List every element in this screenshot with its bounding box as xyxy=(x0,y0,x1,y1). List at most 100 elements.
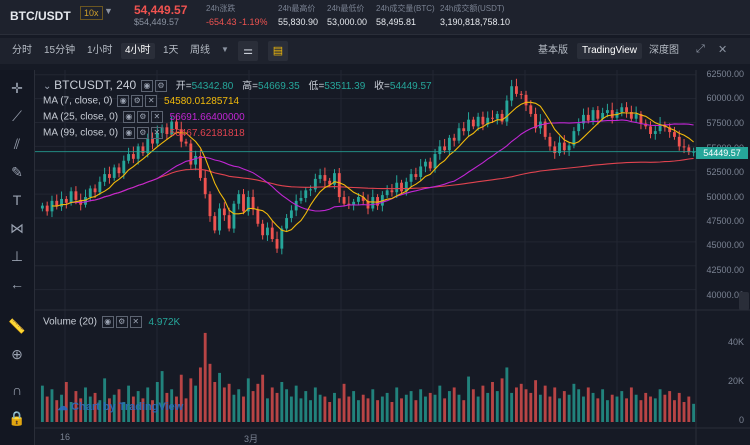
volume-bar xyxy=(419,389,423,422)
timeframe-1d[interactable]: 1天 xyxy=(159,43,183,59)
candle-body xyxy=(131,154,135,159)
candle-body xyxy=(481,116,485,125)
candle-body xyxy=(98,181,102,193)
volume-bar xyxy=(577,389,581,422)
close-icon[interactable]: ✕ xyxy=(718,43,727,56)
visibility-icon[interactable]: ◉ xyxy=(101,316,114,328)
close-icon[interactable]: ✕ xyxy=(129,316,142,328)
settings-icon[interactable]: ⚙ xyxy=(115,316,128,328)
timeframe-15m[interactable]: 15分钟 xyxy=(40,43,79,59)
open-label: 开= xyxy=(175,81,192,92)
candle-body xyxy=(620,107,624,113)
volume-bar xyxy=(615,396,619,422)
text-tool-icon[interactable]: T xyxy=(7,190,27,210)
candle-body xyxy=(285,218,289,229)
tradingview-watermark[interactable]: ☁ Chart by TradingView xyxy=(57,400,183,413)
visibility-icon[interactable]: ◉ xyxy=(117,95,130,107)
visibility-icon[interactable]: ◉ xyxy=(122,111,135,123)
fib-tool-icon[interactable]: ⫽ xyxy=(7,134,27,154)
volume-bar xyxy=(179,374,183,422)
candle-body xyxy=(424,161,427,167)
candle-body xyxy=(515,86,518,94)
candle-body xyxy=(567,145,571,151)
time-axis-label: 16 xyxy=(60,432,71,442)
scroll-handle[interactable] xyxy=(739,292,749,310)
candle-body xyxy=(414,174,418,177)
volume-bar xyxy=(299,398,303,422)
volume-bar xyxy=(658,389,662,422)
fullscreen-icon[interactable]: ⤢ xyxy=(696,43,705,56)
trendline-icon[interactable]: ⟋ xyxy=(7,106,27,126)
view-depth[interactable]: 深度图 xyxy=(644,43,684,59)
candle-body xyxy=(586,114,590,121)
chart-area[interactable]: ⌄ BTCUSDT, 240 ◉ ⚙ 开=54342.80 高=54669.35 … xyxy=(35,69,750,445)
volume-bar xyxy=(682,402,686,422)
candle-body xyxy=(677,136,681,147)
ma25-value: 56691.66400000 xyxy=(169,111,245,123)
timeframe-week[interactable]: 周线 xyxy=(186,43,214,59)
candle-body xyxy=(443,146,447,151)
volume-label: Volume (20) xyxy=(43,316,97,328)
ruler-icon[interactable]: 📏 xyxy=(7,316,27,336)
timeframe-time[interactable]: 分时 xyxy=(8,43,36,59)
volume-value: 4.972K xyxy=(148,316,181,328)
candle-body xyxy=(673,132,676,137)
view-basic[interactable]: 基本版 xyxy=(533,43,573,59)
settings-icon[interactable]: ⚙ xyxy=(131,95,144,107)
candle-body xyxy=(596,110,600,119)
crosshair-icon[interactable]: ✛ xyxy=(7,78,27,98)
volume-bar xyxy=(519,383,523,422)
price-axis-label: 62500.00 xyxy=(706,69,744,79)
close-icon[interactable]: ✕ xyxy=(150,127,163,139)
volume-bar xyxy=(40,385,44,422)
last-price-usd: $54,449.57 xyxy=(134,17,180,27)
close-icon[interactable]: ✕ xyxy=(145,95,158,107)
volume-bar xyxy=(639,400,643,422)
volume-bar xyxy=(515,387,518,422)
candle-body xyxy=(390,190,394,193)
stat-24h-change: 24h涨跌 -654.43 -1.19% xyxy=(206,4,268,27)
candle-body xyxy=(237,194,241,204)
candle-body xyxy=(136,146,140,159)
settings-icon[interactable]: ⚙ xyxy=(136,111,149,123)
settings-icon[interactable]: ⚙ xyxy=(136,127,149,139)
magnet-icon[interactable]: ∩ xyxy=(7,380,27,400)
lock-icon[interactable]: 🔒 xyxy=(7,408,27,428)
volume-bar xyxy=(605,400,609,422)
volume-bar xyxy=(246,378,250,422)
candle-body xyxy=(352,201,356,205)
close-icon[interactable]: ✕ xyxy=(150,111,163,123)
chevron-down-icon[interactable]: ▼ xyxy=(221,45,229,54)
document-icon[interactable]: ▤ xyxy=(268,41,288,61)
timeframe-1h[interactable]: 1小时 xyxy=(83,43,117,59)
view-tradingview[interactable]: TradingView xyxy=(577,43,643,59)
visibility-icon[interactable]: ◉ xyxy=(122,127,135,139)
settings-icon[interactable]: ⚙ xyxy=(154,80,167,93)
volume-bar xyxy=(414,400,418,422)
candle-body xyxy=(447,137,451,151)
candle-body xyxy=(261,223,265,236)
pattern-icon[interactable]: ⋈ xyxy=(7,218,27,238)
brush-icon[interactable]: ✎ xyxy=(7,162,27,182)
price-axis-label: 45000.00 xyxy=(706,240,744,250)
chevron-down-icon[interactable]: ▼ xyxy=(104,6,113,16)
measure-levels-icon[interactable]: ⊥ xyxy=(7,246,27,266)
collapse-arrow-icon[interactable]: ⌄ xyxy=(43,81,51,92)
open-value: 54342.80 xyxy=(191,81,234,92)
candle-body xyxy=(495,113,499,119)
arrow-left-icon[interactable]: ← xyxy=(7,274,27,294)
volume-bar xyxy=(505,367,509,422)
candle-body xyxy=(122,160,126,174)
candle-body xyxy=(227,215,231,229)
candle-body xyxy=(88,188,92,198)
leverage-badge[interactable]: 10x xyxy=(80,6,103,20)
stat-24h-low: 24h最低价 53,000.00 xyxy=(327,4,368,27)
candle-body xyxy=(213,216,217,231)
timeframe-4h[interactable]: 4小时 xyxy=(121,43,155,59)
candle-body xyxy=(342,197,346,204)
indicator-settings-icon[interactable]: ⚌ xyxy=(238,41,258,61)
visibility-icon[interactable]: ◉ xyxy=(140,80,153,93)
candle-body xyxy=(371,197,375,209)
pair-symbol[interactable]: BTC/USDT xyxy=(10,9,71,23)
zoom-in-icon[interactable]: ⊕ xyxy=(7,344,27,364)
